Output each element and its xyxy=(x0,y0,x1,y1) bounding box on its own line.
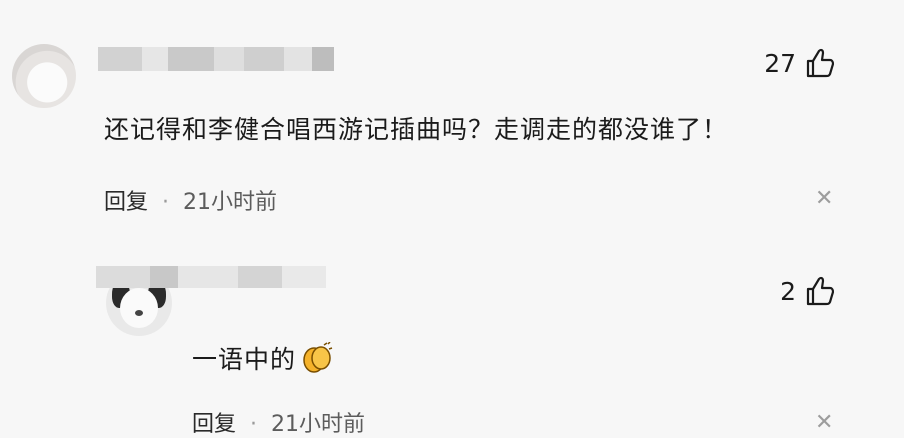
separator: · xyxy=(250,412,258,437)
like-button[interactable]: 2 xyxy=(780,276,834,306)
comment-2: 2 一语中的 回复 · 21小时前 ✕ xyxy=(0,0,904,437)
close-icon[interactable]: ✕ xyxy=(815,410,833,435)
reply-button[interactable]: 回复 xyxy=(192,412,236,437)
comment-text: 一语中的 xyxy=(192,340,334,376)
thumbs-up-icon xyxy=(806,276,834,306)
like-count: 2 xyxy=(780,276,796,306)
username-blurred[interactable] xyxy=(96,266,326,310)
comment-meta: 回复 · 21小时前 xyxy=(192,406,365,438)
clapping-hands-icon xyxy=(303,342,333,373)
timestamp: 21小时前 xyxy=(271,412,366,437)
comment-text-content: 一语中的 xyxy=(192,345,297,374)
